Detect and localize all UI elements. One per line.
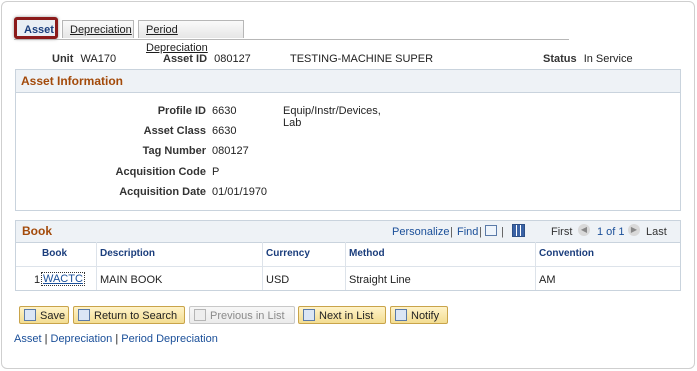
tag-number-value: 080127 (212, 145, 249, 157)
footer-link-asset[interactable]: Asset (14, 333, 42, 345)
first-label: First (551, 226, 573, 238)
previous-button-label: Previous in List (210, 310, 285, 322)
grid-separator: | (450, 226, 453, 238)
page-indicator: 1 of 1 (597, 226, 625, 238)
unit-field: Unit WA170 (52, 53, 116, 65)
notify-button-label: Notify (411, 310, 440, 322)
footer-link-depreciation[interactable]: Depreciation (51, 333, 113, 345)
return-to-search-button[interactable]: Return to Search (73, 306, 185, 324)
acquisition-code-label: Acquisition Code (115, 166, 206, 178)
tag-number-label: Tag Number (142, 145, 206, 157)
asset-id-field: Asset ID 080127 (163, 53, 251, 65)
previous-row-icon[interactable]: ◀ (578, 224, 590, 236)
footer-link-period-depreciation[interactable]: Period Depreciation (121, 333, 218, 345)
status-label: Status (543, 53, 577, 65)
previous-in-list-button[interactable]: Previous in List (189, 306, 295, 324)
asset-id-label: Asset ID (163, 53, 208, 65)
tab-period-depreciation[interactable]: Period Depreciation (138, 20, 244, 54)
notify-icon (395, 309, 407, 321)
column-currency: Currency (266, 248, 310, 259)
tab-depreciation[interactable]: Depreciation (62, 20, 134, 38)
asset-class-value: 6630 (212, 125, 237, 137)
view-all-icon[interactable] (485, 225, 497, 236)
previous-icon (194, 309, 206, 321)
row-currency: USD (266, 274, 290, 286)
profile-description: Equip/Instr/Devices, Lab (283, 105, 381, 129)
unit-value: WA170 (80, 53, 117, 65)
save-icon (24, 309, 36, 321)
status-value: In Service (583, 53, 633, 65)
tab-underline (14, 39, 569, 40)
grid-separator: | (501, 226, 504, 238)
asset-description: TESTING-MACHINE SUPER (290, 53, 434, 65)
download-grid-icon[interactable] (512, 224, 525, 237)
footer-links: Asset | Depreciation | Period Depreciati… (14, 333, 218, 345)
save-button-label: Save (40, 310, 66, 322)
column-book: Book (42, 248, 67, 259)
grid-separator: | (479, 226, 482, 238)
row-description: MAIN BOOK (100, 274, 163, 286)
tab-asset-label: Asset (24, 24, 54, 36)
asset-information-title: Asset Information (16, 70, 680, 93)
asset-id-value: 080127 (214, 53, 251, 65)
acquisition-date-value: 01/01/1970 (212, 186, 268, 198)
row-convention: AM (539, 274, 556, 286)
footer-separator: | (44, 333, 48, 345)
acquisition-date-label: Acquisition Date (119, 186, 206, 198)
column-description: Description (100, 248, 156, 259)
notify-button[interactable]: Notify (390, 306, 448, 324)
return-icon (78, 309, 90, 321)
return-button-label: Return to Search (94, 310, 178, 322)
profile-id-label: Profile ID (157, 105, 206, 117)
next-row-icon[interactable]: ▶ (628, 224, 640, 236)
find-link[interactable]: Find (457, 226, 478, 238)
column-method: Method (349, 248, 385, 259)
column-convention: Convention (539, 248, 594, 259)
status-field: Status In Service (543, 53, 633, 65)
last-label: Last (646, 226, 667, 238)
row-number: 1 (34, 274, 41, 286)
tab-asset[interactable]: Asset (14, 17, 58, 39)
book-grid: Book Personalize | Find | | First ◀ 1 of… (15, 220, 681, 291)
footer-separator: | (115, 333, 119, 345)
book-link[interactable]: WACTC (41, 272, 85, 286)
profile-id-value: 6630 (212, 105, 237, 117)
next-in-list-button[interactable]: Next in List (298, 306, 386, 324)
personalize-link[interactable]: Personalize (392, 226, 449, 238)
row-method: Straight Line (349, 274, 411, 286)
asset-class-label: Asset Class (143, 125, 206, 137)
book-grid-header: Book Personalize | Find | | First ◀ 1 of… (16, 221, 680, 243)
unit-label: Unit (52, 53, 74, 65)
next-button-label: Next in List (319, 310, 374, 322)
book-grid-title: Book (22, 224, 52, 238)
tab-depreciation-label: Depreciation (70, 24, 132, 36)
save-button[interactable]: Save (19, 306, 69, 324)
row-divider (16, 266, 680, 267)
next-icon (303, 309, 315, 321)
acquisition-code-value: P (212, 166, 220, 178)
